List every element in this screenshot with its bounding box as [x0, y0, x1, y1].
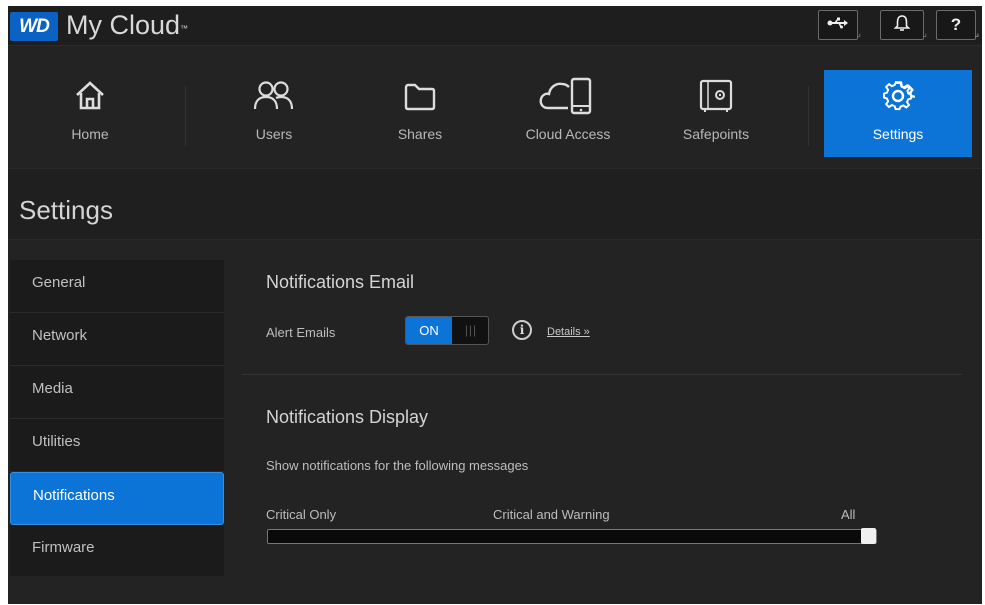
wd-logo[interactable]: WD: [10, 12, 58, 41]
level-all[interactable]: All: [841, 507, 855, 522]
trademark: ™: [180, 24, 189, 33]
sidebar-item-network[interactable]: Network: [10, 313, 224, 366]
folder-icon: [346, 70, 494, 122]
details-link[interactable]: Details »: [547, 326, 590, 338]
main-nav: Home Users Shares Cloud Access Safepoint…: [8, 46, 982, 168]
notifications-display-title: Notifications Display: [266, 407, 429, 427]
gear-icon: [824, 70, 972, 122]
slider-handle[interactable]: [861, 528, 876, 544]
alerts-button[interactable]: ⌟: [880, 10, 927, 40]
app-title-text: My Cloud: [66, 10, 181, 40]
usb-icon: [827, 15, 849, 35]
sidebar-item-media[interactable]: Media: [10, 366, 224, 419]
tab-users[interactable]: Users: [200, 70, 348, 157]
notifications-email-title: Notifications Email: [266, 272, 415, 292]
alert-emails-toggle[interactable]: ON |||: [405, 316, 489, 345]
tab-home[interactable]: Home: [16, 70, 164, 157]
usb-button[interactable]: ⌟: [818, 10, 861, 40]
level-critical-and-warning[interactable]: Critical and Warning: [493, 507, 610, 522]
page-header: Settings: [8, 168, 982, 240]
safe-icon: [642, 70, 790, 122]
home-icon: [16, 70, 164, 122]
settings-sidebar: General Network Media Utilities Notifica…: [10, 260, 224, 576]
top-bar: WD My Cloud™ ⌟ ⌟ ? ⌟: [8, 6, 982, 46]
app-window: WD My Cloud™ ⌟ ⌟ ? ⌟ Home Users Shares C…: [8, 6, 982, 604]
sidebar-item-utilities[interactable]: Utilities: [10, 419, 224, 472]
tab-cloud-access-label: Cloud Access: [525, 126, 611, 142]
app-title: My Cloud™: [66, 8, 188, 42]
cloud-device-icon: [494, 70, 642, 122]
section-divider: [242, 374, 962, 375]
help-button[interactable]: ? ⌟: [936, 10, 979, 40]
info-icon[interactable]: i: [512, 320, 532, 340]
tab-safepoints-label: Safepoints: [682, 126, 750, 142]
sidebar-item-general[interactable]: General: [10, 260, 224, 313]
tab-settings-label: Settings: [872, 126, 924, 142]
help-icon: ?: [950, 15, 962, 34]
toggle-on-state: ON: [406, 317, 452, 344]
tab-home-label: Home: [71, 126, 109, 142]
toggle-grip-icon: |||: [464, 323, 478, 337]
level-critical-only[interactable]: Critical Only: [266, 507, 336, 522]
notification-level-slider[interactable]: [267, 529, 877, 544]
tab-users-label: Users: [255, 126, 293, 142]
tab-settings[interactable]: Settings: [824, 70, 972, 157]
alert-emails-label: Alert Emails: [266, 325, 336, 340]
page-title: Settings: [19, 195, 113, 225]
tab-safepoints[interactable]: Safepoints: [642, 70, 790, 157]
notifications-panel: Notifications Email Alert Emails ON ||| …: [242, 260, 962, 590]
tab-shares[interactable]: Shares: [346, 70, 494, 157]
notifications-display-description: Show notifications for the following mes…: [266, 458, 529, 473]
users-icon: [200, 70, 348, 122]
tab-cloud-access[interactable]: Cloud Access: [494, 70, 642, 157]
bell-icon: [893, 14, 911, 37]
sidebar-item-notifications[interactable]: Notifications: [10, 472, 224, 525]
sidebar-item-firmware[interactable]: Firmware: [10, 525, 224, 578]
tab-shares-label: Shares: [397, 126, 443, 142]
